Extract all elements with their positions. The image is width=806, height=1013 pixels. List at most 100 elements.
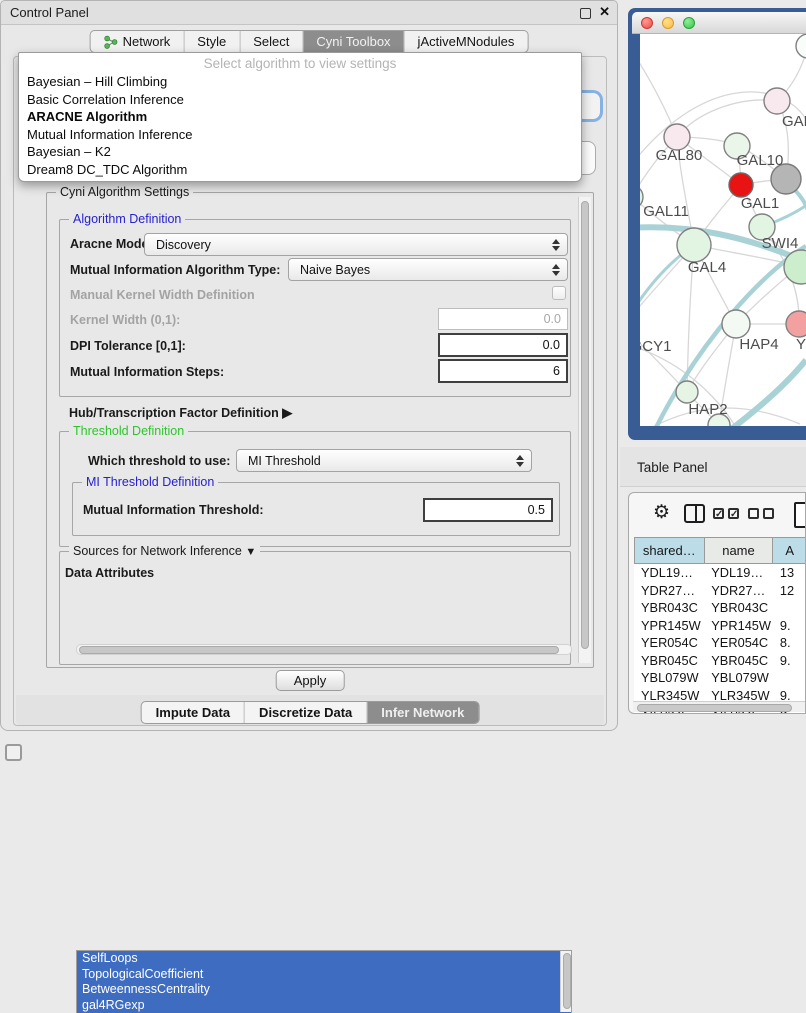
node-red[interactable] <box>729 173 753 197</box>
close-traffic-icon[interactable] <box>641 17 653 29</box>
tab-select[interactable]: Select <box>239 31 302 52</box>
mi-steps-field[interactable]: 6 <box>438 359 568 383</box>
node-gal[interactable] <box>764 88 790 114</box>
list-item[interactable]: SelfLoops <box>77 951 571 967</box>
minimize-traffic-icon[interactable] <box>662 17 674 29</box>
close-icon[interactable]: ✕ <box>599 4 610 20</box>
node-hap4[interactable] <box>722 310 750 338</box>
cell-shared-name: YER054C <box>634 634 704 652</box>
tab-impute-data[interactable]: Impute Data <box>142 702 244 723</box>
column-header-shared-name[interactable]: shared… <box>634 537 705 564</box>
algorithm-definition-title: Algorithm Definition <box>69 212 185 226</box>
data-attributes-label: Data Attributes <box>65 566 154 580</box>
list-item[interactable]: gal4RGexp <box>77 998 571 1013</box>
cell-value: 12 <box>773 582 806 600</box>
list-item[interactable]: BetweennessCentrality <box>77 982 571 998</box>
list-item[interactable]: TopologicalCoefficient <box>77 967 571 983</box>
dropdown-item[interactable]: Mutual Information Inference <box>19 126 581 144</box>
tab-jactivemnodules[interactable]: jActiveMNodules <box>404 31 528 52</box>
dropdown-item[interactable]: Bayesian – Hill Climbing <box>19 73 581 91</box>
gear-icon[interactable]: ⚙ <box>653 501 670 524</box>
maximize-traffic-icon[interactable] <box>683 17 695 29</box>
node[interactable] <box>796 34 806 58</box>
table-horizontal-scrollbar[interactable] <box>633 701 805 712</box>
hub-definition-toggle[interactable]: Hub/Transcription Factor Definition ▶ <box>69 405 292 421</box>
select-all-checkbox-icon[interactable]: ✓ <box>713 508 724 519</box>
settings-vertical-scrollbar[interactable] <box>578 197 591 663</box>
threshold-definition-title: Threshold Definition <box>69 424 188 438</box>
column-layout-icon[interactable] <box>684 504 705 523</box>
float-window-icon[interactable] <box>580 8 591 19</box>
sources-title[interactable]: Sources for Network Inference ▼ <box>69 544 260 558</box>
network-canvas[interactable]: GAL GAL80 GAL10 GAL1 GAL11 SWI4 GAL4 GCY… <box>640 34 806 426</box>
cell-value <box>773 599 806 617</box>
mi-type-combobox[interactable]: Naive Bayes <box>288 258 568 281</box>
which-threshold-value: MI Threshold <box>248 454 321 468</box>
mi-type-value: Naive Bayes <box>300 263 370 277</box>
node-gal4[interactable] <box>677 228 711 262</box>
list-vertical-scrollbar[interactable] <box>560 951 571 1012</box>
manual-kernel-checkbox[interactable] <box>552 286 566 300</box>
node-label: HAP2 <box>688 401 727 418</box>
tab-cyni-toolbox[interactable]: Cyni Toolbox <box>302 31 403 52</box>
tab-jactivemnodules-label: jActiveMNodules <box>418 34 515 49</box>
dropdown-item[interactable]: Dream8 DC_TDC Algorithm <box>19 161 581 179</box>
dropdown-prompt: Select algorithm to view settings <box>19 53 581 73</box>
node-salmon[interactable] <box>786 311 806 337</box>
table-header-row: shared… name A <box>634 537 806 564</box>
which-threshold-label: Which threshold to use: <box>88 454 230 468</box>
tab-select-label: Select <box>253 34 289 49</box>
kernel-width-label: Kernel Width (0,1): <box>70 313 180 327</box>
tab-network[interactable]: Network <box>91 31 184 52</box>
cell-shared-name: YBR045C <box>634 652 704 670</box>
dropdown-item[interactable]: Basic Correlation Inference <box>19 91 581 109</box>
expand-right-icon: ▶ <box>282 405 292 420</box>
collapse-down-icon: ▼ <box>245 546 256 558</box>
network-view-window: GAL GAL80 GAL10 GAL1 GAL11 SWI4 GAL4 GCY… <box>628 8 806 440</box>
cell-shared-name: YBR043C <box>634 599 704 617</box>
sources-title-label: Sources for Network Inference <box>73 544 242 558</box>
cell-name: YBR043C <box>704 599 773 617</box>
table-row[interactable]: YBR043C YBR043C <box>634 599 806 617</box>
node-label: GAL11 <box>643 203 689 220</box>
export-table-icon[interactable] <box>794 502 806 528</box>
table-row[interactable]: YBR045C YBR045C 9. <box>634 652 806 670</box>
table-row[interactable]: YPR145W YPR145W 9. <box>634 617 806 635</box>
window-title: Control Panel <box>10 5 89 20</box>
list-horizontal-scrollbar[interactable] <box>76 644 572 655</box>
node-hap2[interactable] <box>676 381 698 403</box>
mi-threshold-field[interactable]: 0.5 <box>423 498 553 522</box>
tab-style-label: Style <box>197 34 226 49</box>
column-header-name[interactable]: name <box>705 537 774 564</box>
which-threshold-combobox[interactable]: MI Threshold <box>236 449 532 472</box>
float-panel-icon[interactable] <box>5 744 22 761</box>
table-row[interactable]: YBL079W YBL079W <box>634 669 806 687</box>
table-toolbar: ⚙ ✓ ✓ <box>629 493 805 535</box>
table-row[interactable]: YDR27… YDR27… 12 <box>634 582 806 600</box>
aracne-mode-combobox[interactable]: Discovery <box>144 233 568 256</box>
tab-infer-network[interactable]: Infer Network <box>366 702 478 723</box>
mi-steps-label: Mutual Information Steps: <box>70 365 224 379</box>
spinner-arrows-icon <box>516 455 524 467</box>
data-attributes-list: SelfLoops TopologicalCoefficient Between… <box>76 950 572 1013</box>
dpi-tolerance-field[interactable]: 0.0 <box>438 333 568 357</box>
node-label: GCY1 <box>640 338 671 355</box>
column-header-partial[interactable]: A <box>773 537 806 564</box>
network-view-titlebar[interactable] <box>632 12 806 34</box>
dropdown-item-selected[interactable]: ARACNE Algorithm <box>19 108 581 126</box>
cell-name: YBL079W <box>704 669 773 687</box>
cell-value: 8. <box>773 634 806 652</box>
deselect-checkbox-icon[interactable] <box>763 508 774 519</box>
table-row[interactable]: YER054C YER054C 8. <box>634 634 806 652</box>
deselect-checkbox-icon[interactable] <box>748 508 759 519</box>
cell-value: 13 <box>773 564 806 582</box>
select-all-checkbox-icon[interactable]: ✓ <box>728 508 739 519</box>
tab-discretize-data[interactable]: Discretize Data <box>244 702 366 723</box>
tab-style[interactable]: Style <box>183 31 239 52</box>
cell-shared-name: YDL19… <box>634 564 704 582</box>
mi-threshold-group: MI Threshold Definition Mutual Informati… <box>72 482 560 536</box>
table-row[interactable]: YDL19… YDL19… 13 <box>634 564 806 582</box>
kernel-width-field[interactable]: 0.0 <box>438 308 568 330</box>
dropdown-item[interactable]: Bayesian – K2 <box>19 143 581 161</box>
apply-button[interactable]: Apply <box>276 670 345 691</box>
